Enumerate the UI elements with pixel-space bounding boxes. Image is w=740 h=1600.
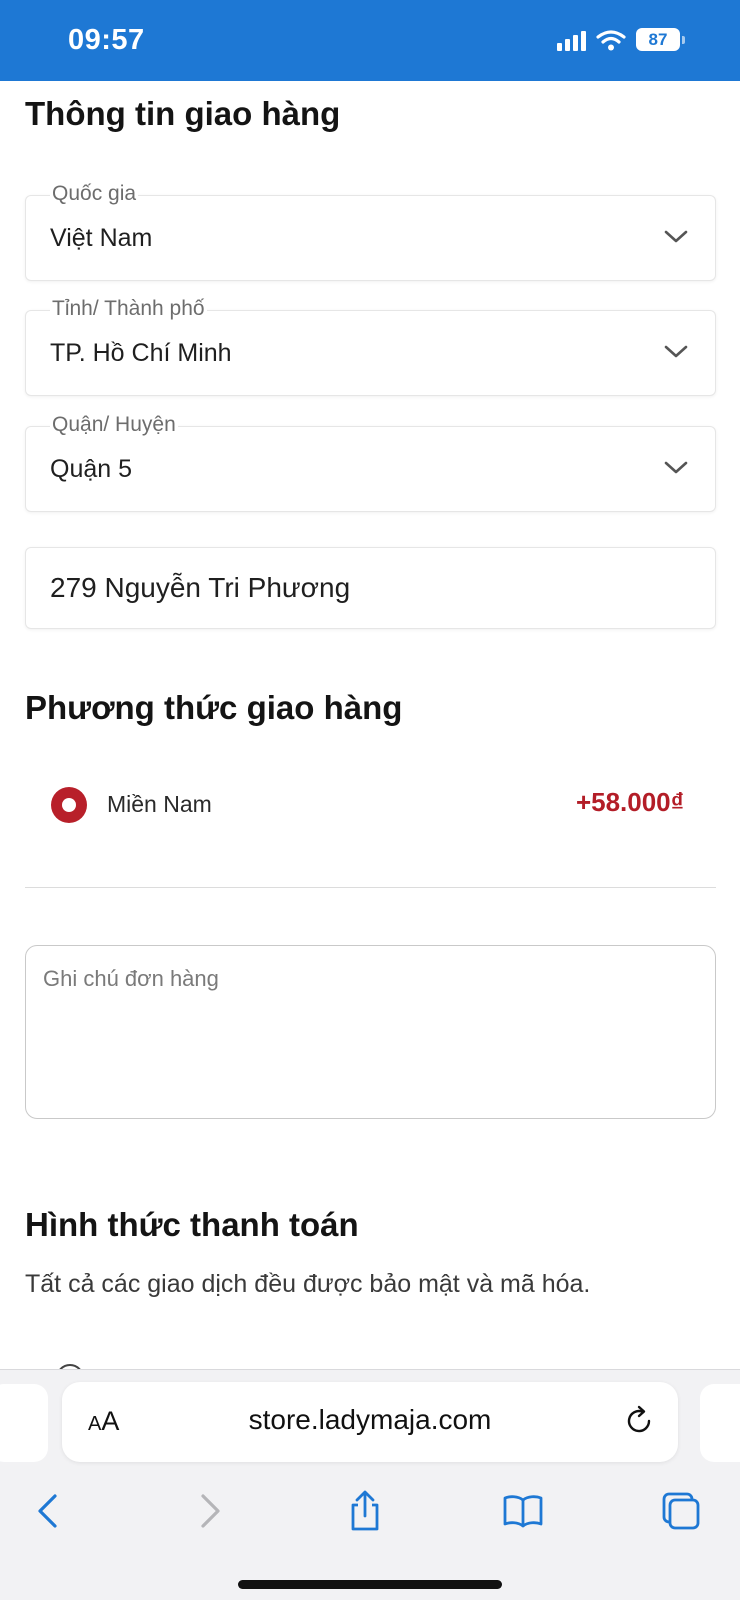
safari-toolbar [0,1478,740,1548]
shipping-option-mien-nam[interactable]: Miền Nam +58.000₫ [25,755,716,855]
safari-bottom-bar: AA store.ladymaja.com [0,1369,740,1600]
payment-title: Hình thức thanh toán [25,1206,359,1243]
bookmarks-icon[interactable] [502,1490,544,1532]
back-icon[interactable] [28,1490,70,1532]
home-indicator [238,1580,502,1589]
country-value: Việt Nam [50,224,153,252]
tabs-icon[interactable] [660,1490,702,1532]
shipping-option-price: +58.000₫ [575,787,684,817]
district-label: Quận/ Huyện [50,413,178,437]
radio-selected-icon[interactable] [51,787,87,823]
share-icon[interactable] [344,1490,386,1532]
checkout-page: Thông tin giao hàng Quốc gia Việt Nam Tỉ… [0,81,740,1369]
shipping-method-title: Phương thức giao hàng [25,689,403,726]
chevron-down-icon [664,230,688,243]
url-text: store.ladymaja.com [248,1404,492,1435]
divider [25,887,716,888]
address-input[interactable]: 279 Nguyễn Tri Phương [25,547,716,629]
payment-description: Tất cả các giao dịch đều được bảo mật và… [25,1270,591,1298]
province-value: TP. Hồ Chí Minh [50,339,232,367]
previous-tab-peek[interactable] [0,1384,48,1462]
cellular-signal-icon [557,29,586,51]
country-label: Quốc gia [50,182,139,206]
battery-icon: 87 [636,28,685,51]
shipping-info-title: Thông tin giao hàng [25,95,341,132]
chevron-down-icon [664,461,688,474]
wifi-icon [596,29,626,50]
district-value: Quận 5 [50,455,133,483]
status-bar: 09:57 87 [0,0,740,81]
province-select[interactable]: Tỉnh/ Thành phố TP. Hồ Chí Minh [25,297,716,396]
country-select[interactable]: Quốc gia Việt Nam [25,182,716,281]
forward-icon[interactable] [188,1490,230,1532]
order-note-textarea[interactable]: Ghi chú đơn hàng [25,945,716,1119]
chevron-down-icon [664,345,688,358]
order-note-placeholder: Ghi chú đơn hàng [43,966,219,991]
reload-icon[interactable] [622,1404,656,1438]
province-label: Tỉnh/ Thành phố [50,297,207,321]
status-icons: 87 [557,28,685,51]
address-bar[interactable]: AA store.ladymaja.com [62,1382,678,1462]
shipping-option-name: Miền Nam [107,791,212,817]
address-value: 279 Nguyễn Tri Phương [50,572,351,603]
district-select[interactable]: Quận/ Huyện Quận 5 [25,413,716,512]
next-tab-peek[interactable] [700,1384,740,1462]
status-time: 09:57 [68,24,145,56]
